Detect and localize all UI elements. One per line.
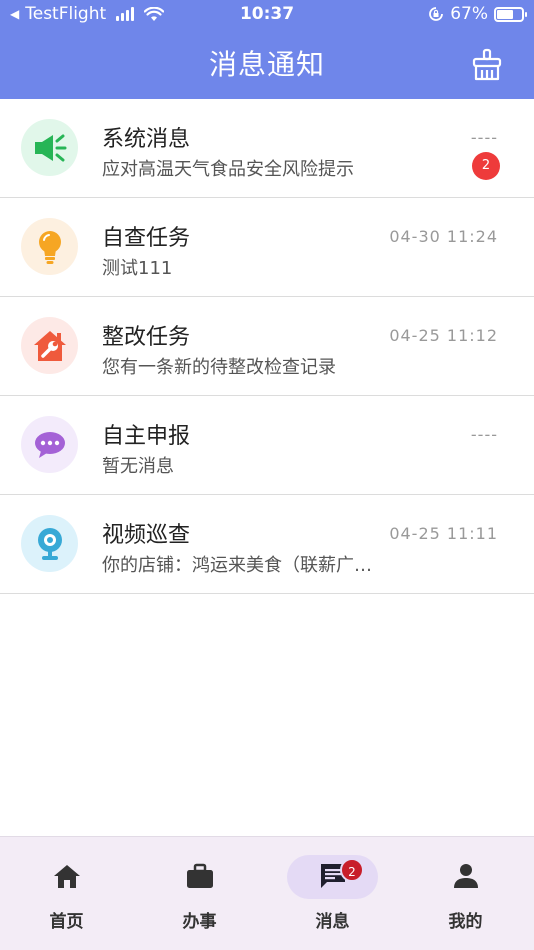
message-preview: 您有一条新的待整改检查记录 — [102, 357, 336, 378]
status-right: 67% — [428, 4, 527, 24]
message-title: 自查任务 — [102, 226, 191, 251]
house-wrench-icon — [21, 317, 78, 374]
status-bar: ◀ TestFlight 10:37 67% — [0, 0, 534, 30]
tab-messages[interactable]: 2 消息 — [266, 837, 399, 950]
briefcase-icon — [186, 863, 213, 888]
person-icon — [453, 864, 478, 888]
message-time: 04-25 11:12 — [389, 326, 498, 345]
tab-label: 首页 — [49, 912, 84, 932]
tab-home[interactable]: 首页 — [0, 837, 133, 950]
message-row-system[interactable]: 系统消息 应对高温天气食品安全风险提示 ---- 2 — [0, 99, 534, 198]
message-time: ---- — [470, 425, 498, 444]
message-title: 自主申报 — [102, 424, 191, 449]
message-time: 04-25 11:11 — [389, 524, 498, 543]
message-title: 系统消息 — [102, 127, 191, 152]
message-time: ---- — [470, 128, 498, 147]
unread-badge: 2 — [472, 152, 500, 180]
rotation-lock-icon — [429, 7, 444, 21]
tab-tasks[interactable]: 办事 — [133, 837, 266, 950]
home-icon — [53, 865, 80, 888]
message-row-rectification[interactable]: 整改任务 您有一条新的待整改检查记录 04-25 11:12 — [0, 297, 534, 396]
message-preview: 应对高温天气食品安全风险提示 — [102, 159, 354, 180]
battery-icon — [494, 6, 527, 22]
message-title: 视频巡查 — [102, 523, 191, 548]
message-list: 系统消息 应对高温天气食品安全风险提示 ---- 2 自查任务 测试111 04… — [0, 99, 534, 594]
app-header: ◀ TestFlight 10:37 67% 消息通知 — [0, 0, 534, 99]
lightbulb-icon — [21, 218, 78, 275]
speaker-icon — [21, 119, 78, 176]
chat-bubble-icon — [21, 416, 78, 473]
message-title: 整改任务 — [102, 325, 191, 350]
message-row-video-patrol[interactable]: 视频巡查 你的店铺：鸿运来美食（联薪广… 04-25 11:11 — [0, 495, 534, 594]
tab-label: 我的 — [448, 912, 483, 932]
message-preview: 测试111 — [102, 258, 173, 279]
tab-label: 消息 — [315, 912, 350, 932]
bottom-tab-bar: 首页 办事 2 消息 我的 — [0, 836, 534, 950]
battery-percentage: 67% — [450, 4, 488, 24]
webcam-icon — [21, 515, 78, 572]
message-row-self-declaration[interactable]: 自主申报 暂无消息 ---- — [0, 396, 534, 495]
page-title: 消息通知 — [208, 48, 325, 81]
message-time: 04-30 11:24 — [389, 227, 498, 246]
broom-icon[interactable] — [470, 48, 504, 82]
tab-unread-badge: 2 — [340, 858, 364, 882]
message-preview: 暂无消息 — [102, 456, 174, 477]
message-row-self-inspection[interactable]: 自查任务 测试111 04-30 11:24 — [0, 198, 534, 297]
tab-profile[interactable]: 我的 — [399, 837, 532, 950]
message-preview: 你的店铺：鸿运来美食（联薪广… — [102, 555, 372, 576]
tab-label: 办事 — [182, 912, 217, 932]
